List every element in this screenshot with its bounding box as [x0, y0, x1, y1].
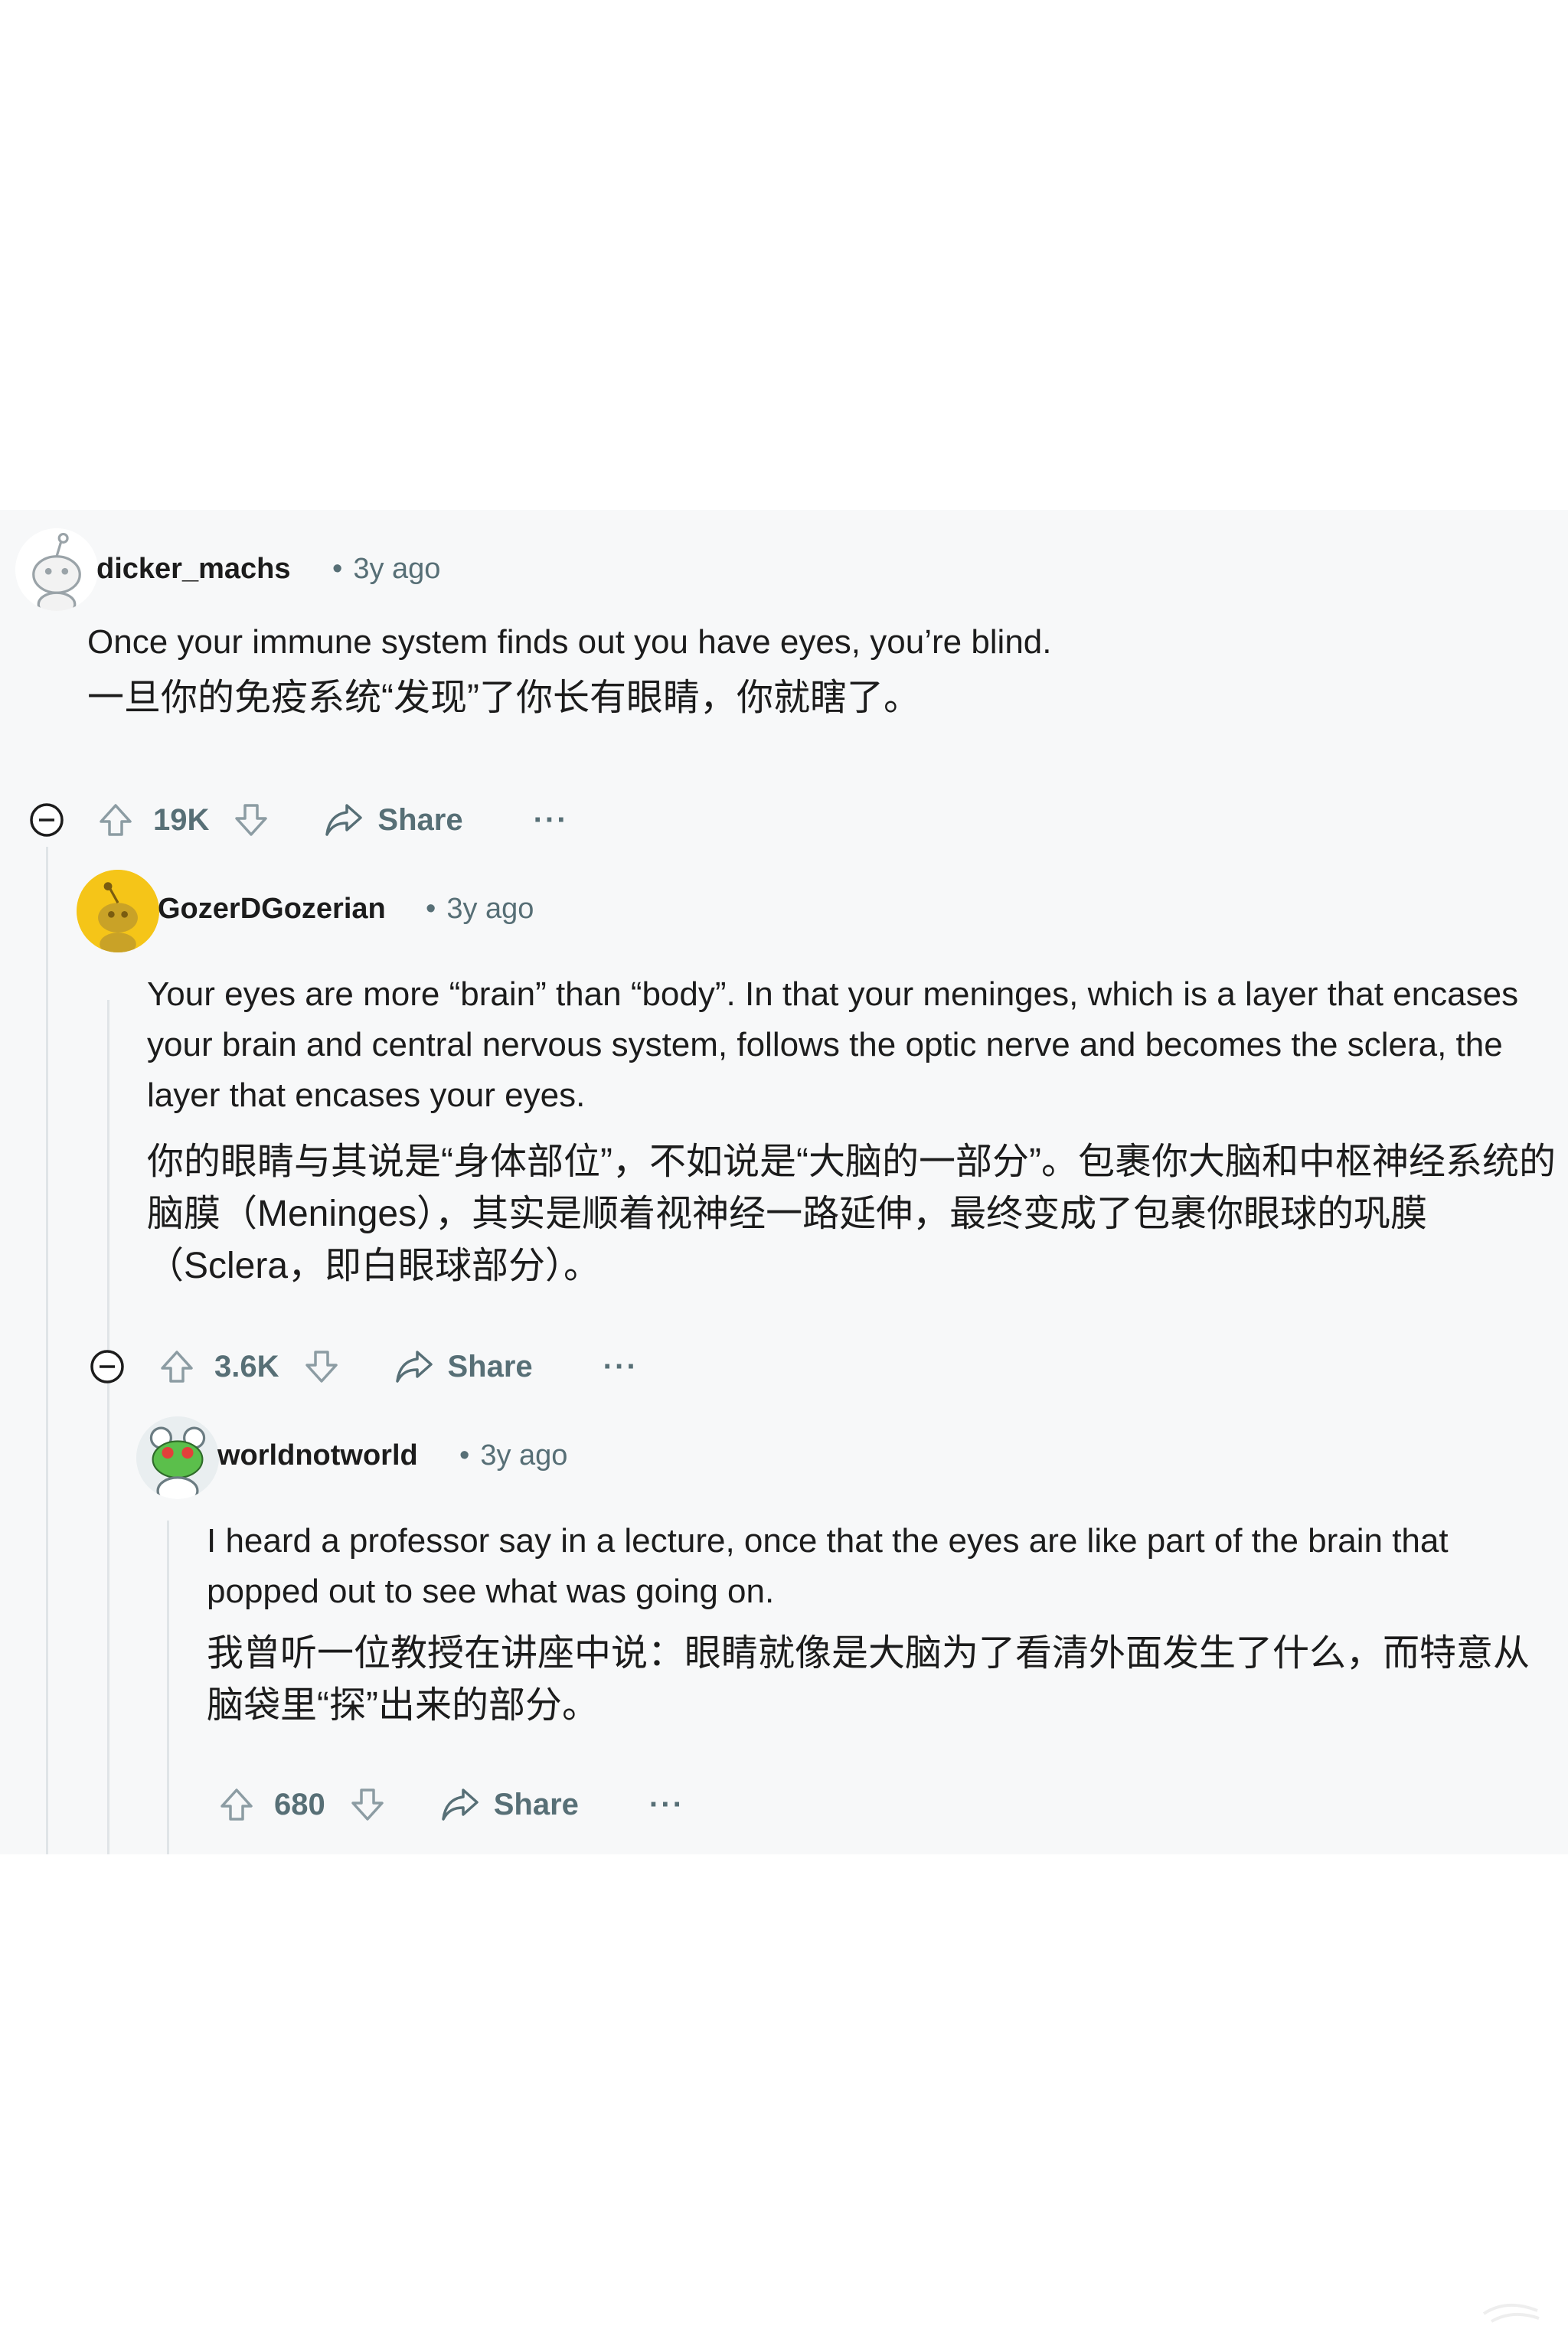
downvote-arrow-icon[interactable]	[348, 1785, 387, 1824]
snoo-avatar-icon	[136, 1416, 219, 1499]
timestamp-text: 3y ago	[353, 553, 441, 585]
meta-separator: •	[426, 893, 436, 925]
vote-count: 680	[274, 1787, 325, 1821]
username[interactable]: worldnotworld	[217, 1439, 418, 1472]
collapse-thread-icon[interactable]	[90, 1349, 125, 1384]
share-arrow-icon	[324, 802, 364, 838]
vote-count: 3.6K	[214, 1349, 279, 1383]
comment-body-english: Your eyes are more “brain” than “body”. …	[147, 975, 1519, 1114]
snoo-avatar-icon	[77, 870, 159, 952]
comment-timestamp: • 3y ago	[459, 1439, 567, 1472]
username[interactable]: GozerDGozerian	[158, 893, 386, 926]
share-arrow-icon	[440, 1787, 480, 1822]
comment-timestamp: • 3y ago	[426, 893, 534, 926]
user-avatar[interactable]	[77, 870, 159, 952]
user-avatar[interactable]	[15, 528, 98, 611]
more-options-button[interactable]: ···	[649, 1788, 684, 1822]
share-arrow-icon	[394, 1349, 434, 1384]
comment-body-english: I heard a professor say in a lecture, on…	[207, 1522, 1449, 1610]
user-avatar[interactable]	[136, 1416, 219, 1499]
vote-count: 19K	[153, 802, 210, 837]
thread-line-level-2[interactable]	[107, 1000, 109, 1854]
thread-line-level-1[interactable]	[46, 847, 48, 1854]
comment-body-english: Once your immune system finds out you ha…	[87, 623, 1052, 661]
meta-separator: •	[332, 553, 343, 585]
upvote-arrow-icon[interactable]	[217, 1785, 256, 1824]
downvote-arrow-icon[interactable]	[302, 1348, 341, 1386]
comment-action-bar: 3.6K Share ···	[158, 1340, 639, 1393]
share-label: Share	[377, 802, 463, 837]
comment-body-chinese: 你的眼睛与其说是“身体部位”，不如说是“大脑的一部分”。包裹你大脑和中枢神经系统…	[147, 1142, 1556, 1286]
timestamp-text: 3y ago	[480, 1439, 568, 1472]
share-button[interactable]: Share	[324, 802, 463, 838]
share-button[interactable]: Share	[440, 1787, 579, 1822]
timestamp-text: 3y ago	[446, 893, 534, 925]
snoo-avatar-icon	[15, 528, 98, 611]
meta-separator: •	[459, 1439, 470, 1472]
comment-thread-panel: dicker_machs • 3y ago Once your immune sy…	[0, 510, 1568, 1854]
share-label: Share	[447, 1349, 533, 1383]
username[interactable]: dicker_machs	[96, 553, 291, 586]
thread-line-level-3[interactable]	[167, 1521, 169, 1854]
collapse-thread-icon[interactable]	[29, 802, 64, 838]
upvote-arrow-icon[interactable]	[96, 801, 135, 839]
comment-body-chinese: 我曾听一位教授在讲座中说：眼睛就像是大脑为了看清外面发生了什么，而特意从脑袋里“…	[207, 1633, 1530, 1726]
share-label: Share	[493, 1787, 579, 1821]
downvote-arrow-icon[interactable]	[232, 801, 270, 839]
comment-body-chinese: 一旦你的免疫系统“发现”了你长有眼睛，你就瞎了。	[87, 678, 920, 718]
more-options-button[interactable]: ···	[534, 803, 569, 838]
comment-timestamp: • 3y ago	[332, 553, 440, 586]
comment-action-bar: 680 Share ···	[217, 1778, 684, 1831]
share-button[interactable]: Share	[394, 1349, 533, 1384]
upvote-arrow-icon[interactable]	[158, 1348, 196, 1386]
watermark-logo-icon	[1482, 2303, 1540, 2323]
comment-action-bar: 19K Share ···	[96, 793, 569, 847]
more-options-button[interactable]: ···	[603, 1350, 639, 1384]
